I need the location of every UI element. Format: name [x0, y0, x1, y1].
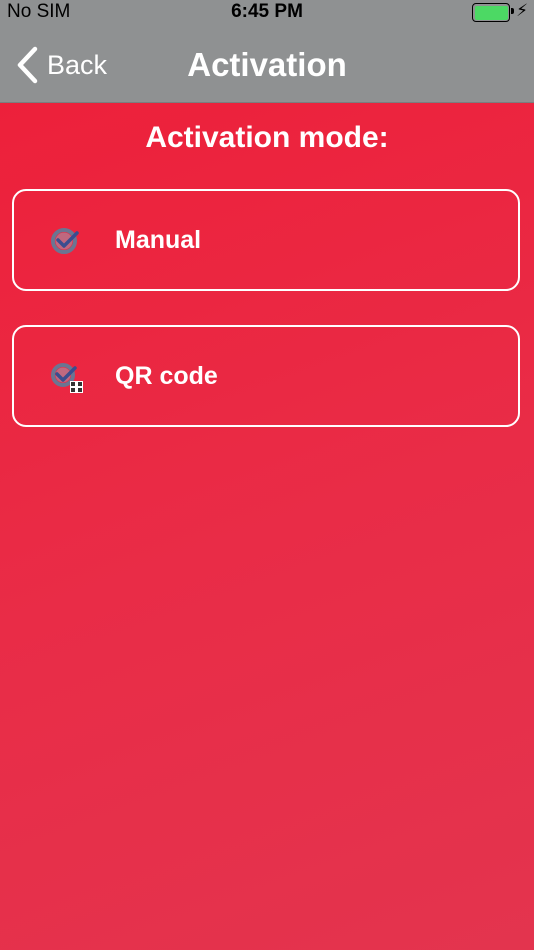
manual-activation-button[interactable]: Manual: [12, 189, 520, 291]
status-time: 6:45 PM: [231, 1, 303, 22]
qr-check-badge-icon: [51, 363, 83, 393]
battery-icon: [472, 3, 514, 22]
battery-fill: [474, 5, 508, 20]
page-title: Activation: [187, 46, 347, 83]
status-bar: No SIM 6:45 PM ⚡: [0, 0, 534, 26]
manual-option-label: Manual: [115, 226, 202, 254]
qr-code-activation-button[interactable]: QR code: [12, 325, 520, 427]
qr-option-label: QR code: [115, 362, 218, 390]
section-title: Activation mode:: [145, 121, 389, 154]
lightning-bolt-icon: ⚡: [516, 1, 528, 20]
navigation-header: No SIM 6:45 PM ⚡ Back Activation: [0, 0, 534, 103]
check-badge-icon: [51, 228, 79, 254]
